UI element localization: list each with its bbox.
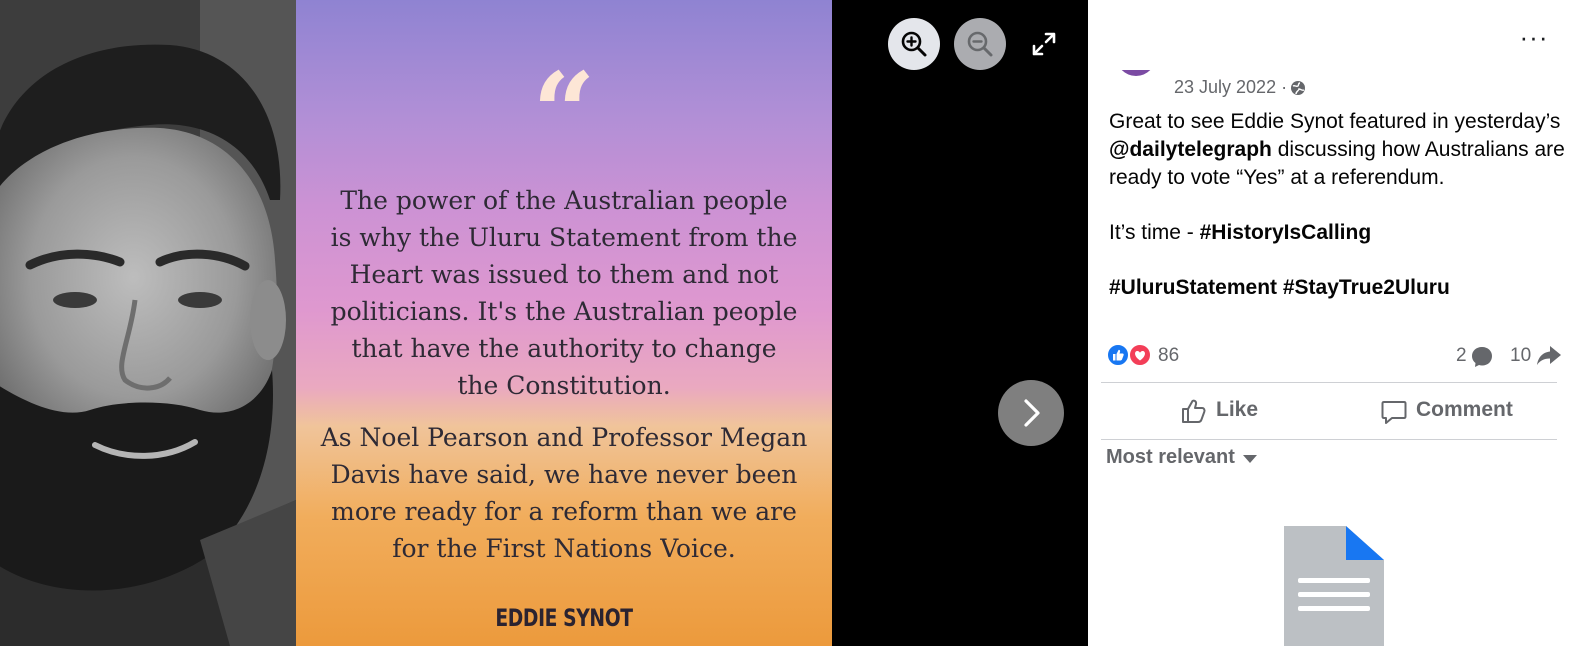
comment-button-label: Comment [1416,398,1513,421]
zoom-out-icon [967,31,993,57]
hashtag-link[interactable]: #StayTrue2Uluru [1283,276,1450,299]
quote-paragraph-1: The power of the Australian people is wh… [320,182,808,404]
post-text: Great to see Eddie Synot featured in yes… [1109,108,1565,302]
hashtag-link[interactable]: #UluruStatement [1109,276,1277,299]
quote-line: is why the Uluru Statement from the [330,223,798,252]
quote-author: EDDIE SYNOT [495,604,633,632]
post-timestamp[interactable]: 23 July 2022 · [1174,77,1287,98]
quote-line: The power of the Australian people [340,186,788,215]
caret-down-icon [1242,454,1257,463]
comment-bubble-icon [1472,347,1492,367]
divider [1101,439,1557,440]
hashtag-link[interactable]: #HistoryIsCalling [1200,221,1372,244]
quote-card-image: “ The power of the Australian people is … [296,0,832,646]
portrait-photo [0,0,296,646]
comment-count[interactable]: 2 [1456,345,1467,367]
reactions-bar: 86 2 10 [1106,342,1566,370]
share-arrow-icon [1537,346,1561,365]
post-text-line: ready to vote “Yes” at a referendum. [1109,166,1445,189]
photo-viewer: “ The power of the Australian people is … [0,0,1088,646]
quote-paragraph-2: As Noel Pearson and Professor Megan Davi… [318,419,810,567]
love-reaction-icon[interactable] [1128,343,1152,367]
comment-sort-dropdown[interactable]: Most relevant [1106,446,1257,474]
zoom-in-button[interactable] [888,18,940,70]
chevron-right-icon [1024,399,1040,427]
quote-line: more ready for a reform than we are [331,497,797,526]
post-text-line: @dailytelegraph discussing how Australia… [1109,136,1565,164]
globe-icon [1291,81,1305,95]
next-photo-button[interactable] [998,380,1064,446]
post-text-line: Great to see Eddie Synot featured in yes… [1109,110,1561,133]
post-text-fragment: It’s time - [1109,221,1200,244]
expand-icon [1032,32,1056,56]
post-text-line: It’s time - #HistoryIsCalling [1109,219,1559,247]
man-portrait-illustration [0,0,296,646]
quote-line: As Noel Pearson and Professor Megan [320,423,808,452]
quote-line: Davis have said, we have never been [330,460,798,489]
more-options-button[interactable]: ··· [1518,24,1550,54]
quote-line: politicians. It's the Australian people [330,297,798,326]
quote-line: Heart was issued to them and not [349,260,779,289]
post-text-fragment: discussing how Australians are [1271,138,1565,161]
document-illustration-icon [1284,526,1384,646]
quote-line: that have the authority to change [351,334,777,363]
reaction-count[interactable]: 86 [1158,345,1179,367]
panel-header-area [1088,0,1573,70]
divider [1101,382,1557,383]
quote-line: for the First Nations Voice. [392,534,736,563]
post-text-line: #UluruStatement #StayTrue2Uluru [1109,274,1559,302]
zoom-in-icon [901,31,927,57]
thumbs-up-icon [1182,399,1206,423]
comment-sort-label: Most relevant [1106,446,1235,468]
comment-button[interactable]: Comment [1380,396,1520,426]
comment-icon [1381,401,1407,424]
fullscreen-button[interactable] [1030,30,1058,58]
like-reaction-icon[interactable] [1106,343,1130,367]
quotation-mark-glyph: “ [532,48,596,177]
share-count[interactable]: 10 [1510,345,1531,367]
like-button-label: Like [1216,398,1259,421]
zoom-out-button[interactable] [954,18,1006,70]
quote-line: the Constitution. [457,371,671,400]
post-panel: ··· 23 July 2022 · Great to see Eddie Sy… [1088,0,1573,646]
mention-link[interactable]: @dailytelegraph [1109,138,1272,161]
